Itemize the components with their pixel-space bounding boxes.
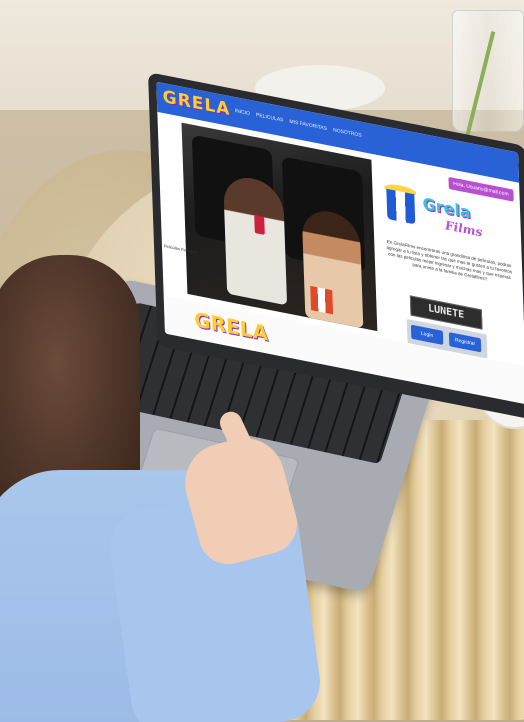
site-logo[interactable]: GRELA	[162, 87, 230, 120]
nav-link-peliculas[interactable]: Peliculas	[256, 112, 284, 123]
nav-link-favoritas[interactable]: Mis Favoritas	[289, 119, 327, 132]
nav-links: Inicio Peliculas Mis Favoritas Nosotros	[235, 108, 362, 139]
login-button[interactable]: Login	[410, 324, 444, 345]
moviegoer-man	[222, 172, 288, 306]
hero-image	[181, 122, 378, 332]
popcorn-bucket	[310, 285, 334, 315]
brand-sub: Films	[444, 218, 483, 240]
nav-link-inicio[interactable]: Inicio	[235, 108, 250, 117]
popcorn-bucket-icon	[386, 188, 416, 225]
nav-link-nosotros[interactable]: Nosotros	[333, 127, 362, 139]
soda-can	[254, 214, 265, 235]
photo-scene: GRELA Inicio Peliculas Mis Favoritas Nos…	[0, 0, 524, 722]
glass-vase	[452, 10, 524, 132]
footer-logo: GRELA	[193, 307, 269, 346]
register-button[interactable]: Registrar	[448, 332, 482, 353]
